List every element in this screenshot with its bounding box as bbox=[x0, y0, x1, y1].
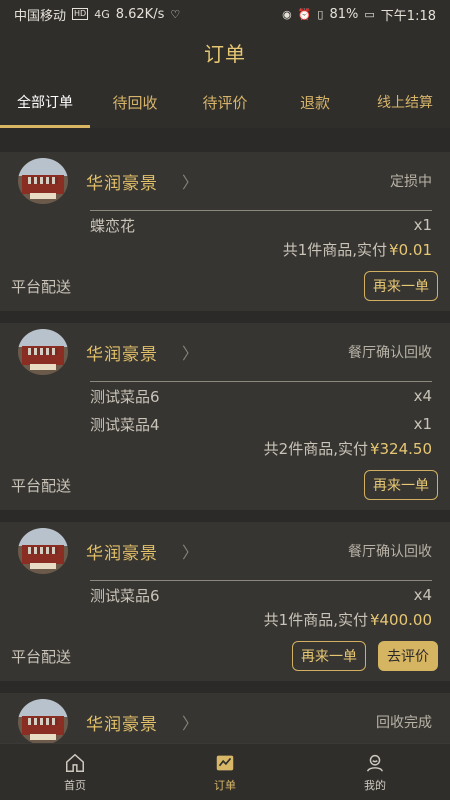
order-item: 蝶恋花 x1 bbox=[90, 211, 432, 239]
tab-pending-review[interactable]: 待评价 bbox=[180, 76, 270, 128]
order-status: 餐厅确认回收 bbox=[348, 544, 432, 560]
signal-icon: 4G bbox=[94, 7, 110, 21]
store-name[interactable]: 华润豪景 bbox=[86, 169, 158, 194]
store-avatar bbox=[18, 158, 68, 204]
order-header[interactable]: 华润豪景 〉 餐厅确认回收 bbox=[12, 323, 438, 381]
chevron-right-icon[interactable]: 〉 bbox=[182, 710, 198, 734]
status-bar: 中国移动 HD 4G 8.62K/s ♡ ◉ ⏰ ▯ 81% ▭ 下午1:18 bbox=[0, 0, 450, 28]
hd-icon: HD bbox=[72, 8, 89, 20]
delivery-method: 平台配送 bbox=[11, 277, 72, 296]
tab-refund[interactable]: 退款 bbox=[270, 76, 360, 128]
order-header[interactable]: 华润豪景 〉 定损中 bbox=[12, 152, 438, 210]
order-list[interactable]: 华润豪景 〉 定损中 蝶恋花 x1 共1件商品,实付 ¥0.01 平台配送 再来一… bbox=[0, 140, 450, 743]
bottom-nav: 首页 订单 我的 bbox=[0, 743, 450, 800]
store-name[interactable]: 华润豪景 bbox=[86, 539, 158, 564]
item-qty: x1 bbox=[413, 415, 432, 433]
delivery-method: 平台配送 bbox=[11, 647, 72, 666]
vibrate-icon: ▯ bbox=[317, 7, 324, 21]
order-footer: 平台配送 再来一单 bbox=[11, 460, 438, 510]
order-header[interactable]: 华润豪景 〉 回收完成 bbox=[12, 693, 438, 743]
order-summary: 共1件商品,实付 ¥0.01 bbox=[12, 239, 432, 261]
item-qty: x4 bbox=[413, 387, 432, 405]
network-speed: 8.62K/s bbox=[115, 6, 165, 22]
reorder-button[interactable]: 再来一单 bbox=[292, 641, 366, 671]
item-name: 测试菜品6 bbox=[90, 387, 160, 406]
home-icon bbox=[66, 753, 84, 772]
store-avatar bbox=[18, 329, 68, 375]
chevron-right-icon[interactable]: 〉 bbox=[182, 539, 198, 563]
order-summary: 共2件商品,实付 ¥324.50 bbox=[12, 438, 432, 460]
chevron-right-icon[interactable]: 〉 bbox=[182, 169, 198, 193]
title-bar: 订单 bbox=[0, 28, 450, 76]
store-avatar bbox=[18, 699, 68, 743]
page-title: 订单 bbox=[204, 41, 246, 66]
nav-home[interactable]: 首页 bbox=[0, 744, 150, 800]
tab-online-settlement[interactable]: 线上结算 bbox=[360, 76, 450, 128]
alarm-icon: ⏰ bbox=[297, 7, 312, 21]
reorder-button[interactable]: 再来一单 bbox=[364, 271, 438, 301]
tab-all-orders[interactable]: 全部订单 bbox=[0, 76, 90, 128]
order-card[interactable]: 华润豪景 〉 餐厅确认回收 测试菜品6 x4 共1件商品,实付 ¥400.00 平… bbox=[0, 522, 450, 681]
battery-icon: ▭ bbox=[364, 7, 375, 21]
order-price: ¥324.50 bbox=[369, 440, 432, 458]
order-tabs: 全部订单 待回收 待评价 退款 线上结算 bbox=[0, 76, 450, 128]
chevron-right-icon[interactable]: 〉 bbox=[182, 340, 198, 364]
order-status: 定损中 bbox=[390, 174, 432, 190]
store-name[interactable]: 华润豪景 bbox=[86, 340, 158, 365]
clock: 下午1:18 bbox=[380, 8, 436, 24]
order-status: 回收完成 bbox=[376, 715, 432, 731]
nav-profile-label: 我的 bbox=[364, 778, 386, 792]
order-status: 餐厅确认回收 bbox=[348, 345, 432, 361]
nav-profile[interactable]: 我的 bbox=[300, 744, 450, 800]
battery-level: 81% bbox=[329, 6, 359, 22]
summary-text: 共1件商品,实付 bbox=[263, 611, 368, 629]
nav-orders[interactable]: 订单 bbox=[150, 744, 300, 800]
order-price: ¥400.00 bbox=[369, 611, 432, 629]
order-item: 测试菜品4 x1 bbox=[90, 410, 432, 438]
carrier-label: 中国移动 bbox=[14, 8, 67, 24]
orders-icon bbox=[216, 755, 234, 770]
tab-pending-recycle[interactable]: 待回收 bbox=[90, 76, 180, 128]
eye-icon: ◉ bbox=[282, 7, 292, 21]
order-card[interactable]: 华润豪景 〉 餐厅确认回收 测试菜品6 x4 测试菜品4 x1 共2件商品,实付… bbox=[0, 323, 450, 510]
order-header[interactable]: 华润豪景 〉 餐厅确认回收 bbox=[12, 522, 438, 580]
profile-icon bbox=[366, 754, 384, 772]
heart-icon: ♡ bbox=[170, 7, 181, 21]
delivery-method: 平台配送 bbox=[11, 476, 72, 495]
review-button[interactable]: 去评价 bbox=[378, 641, 438, 671]
item-name: 测试菜品4 bbox=[90, 415, 160, 434]
order-summary: 共1件商品,实付 ¥400.00 bbox=[12, 609, 432, 631]
summary-text: 共2件商品,实付 bbox=[263, 440, 368, 458]
nav-home-label: 首页 bbox=[64, 778, 86, 792]
item-qty: x4 bbox=[413, 586, 432, 604]
item-qty: x1 bbox=[413, 216, 432, 234]
order-card[interactable]: 华润豪景 〉 回收完成 bbox=[0, 693, 450, 743]
store-avatar bbox=[18, 528, 68, 574]
order-price: ¥0.01 bbox=[389, 241, 432, 259]
nav-orders-label: 订单 bbox=[214, 778, 236, 792]
order-item: 测试菜品6 x4 bbox=[90, 581, 432, 609]
item-name: 蝶恋花 bbox=[90, 216, 136, 235]
reorder-button[interactable]: 再来一单 bbox=[364, 470, 438, 500]
order-item: 测试菜品6 x4 bbox=[90, 382, 432, 410]
order-card[interactable]: 华润豪景 〉 定损中 蝶恋花 x1 共1件商品,实付 ¥0.01 平台配送 再来一… bbox=[0, 152, 450, 311]
order-footer: 平台配送 再来一单 去评价 bbox=[11, 631, 438, 681]
item-name: 测试菜品6 bbox=[90, 586, 160, 605]
store-name[interactable]: 华润豪景 bbox=[86, 710, 158, 735]
summary-text: 共1件商品,实付 bbox=[282, 241, 388, 259]
order-footer: 平台配送 再来一单 bbox=[11, 261, 438, 311]
